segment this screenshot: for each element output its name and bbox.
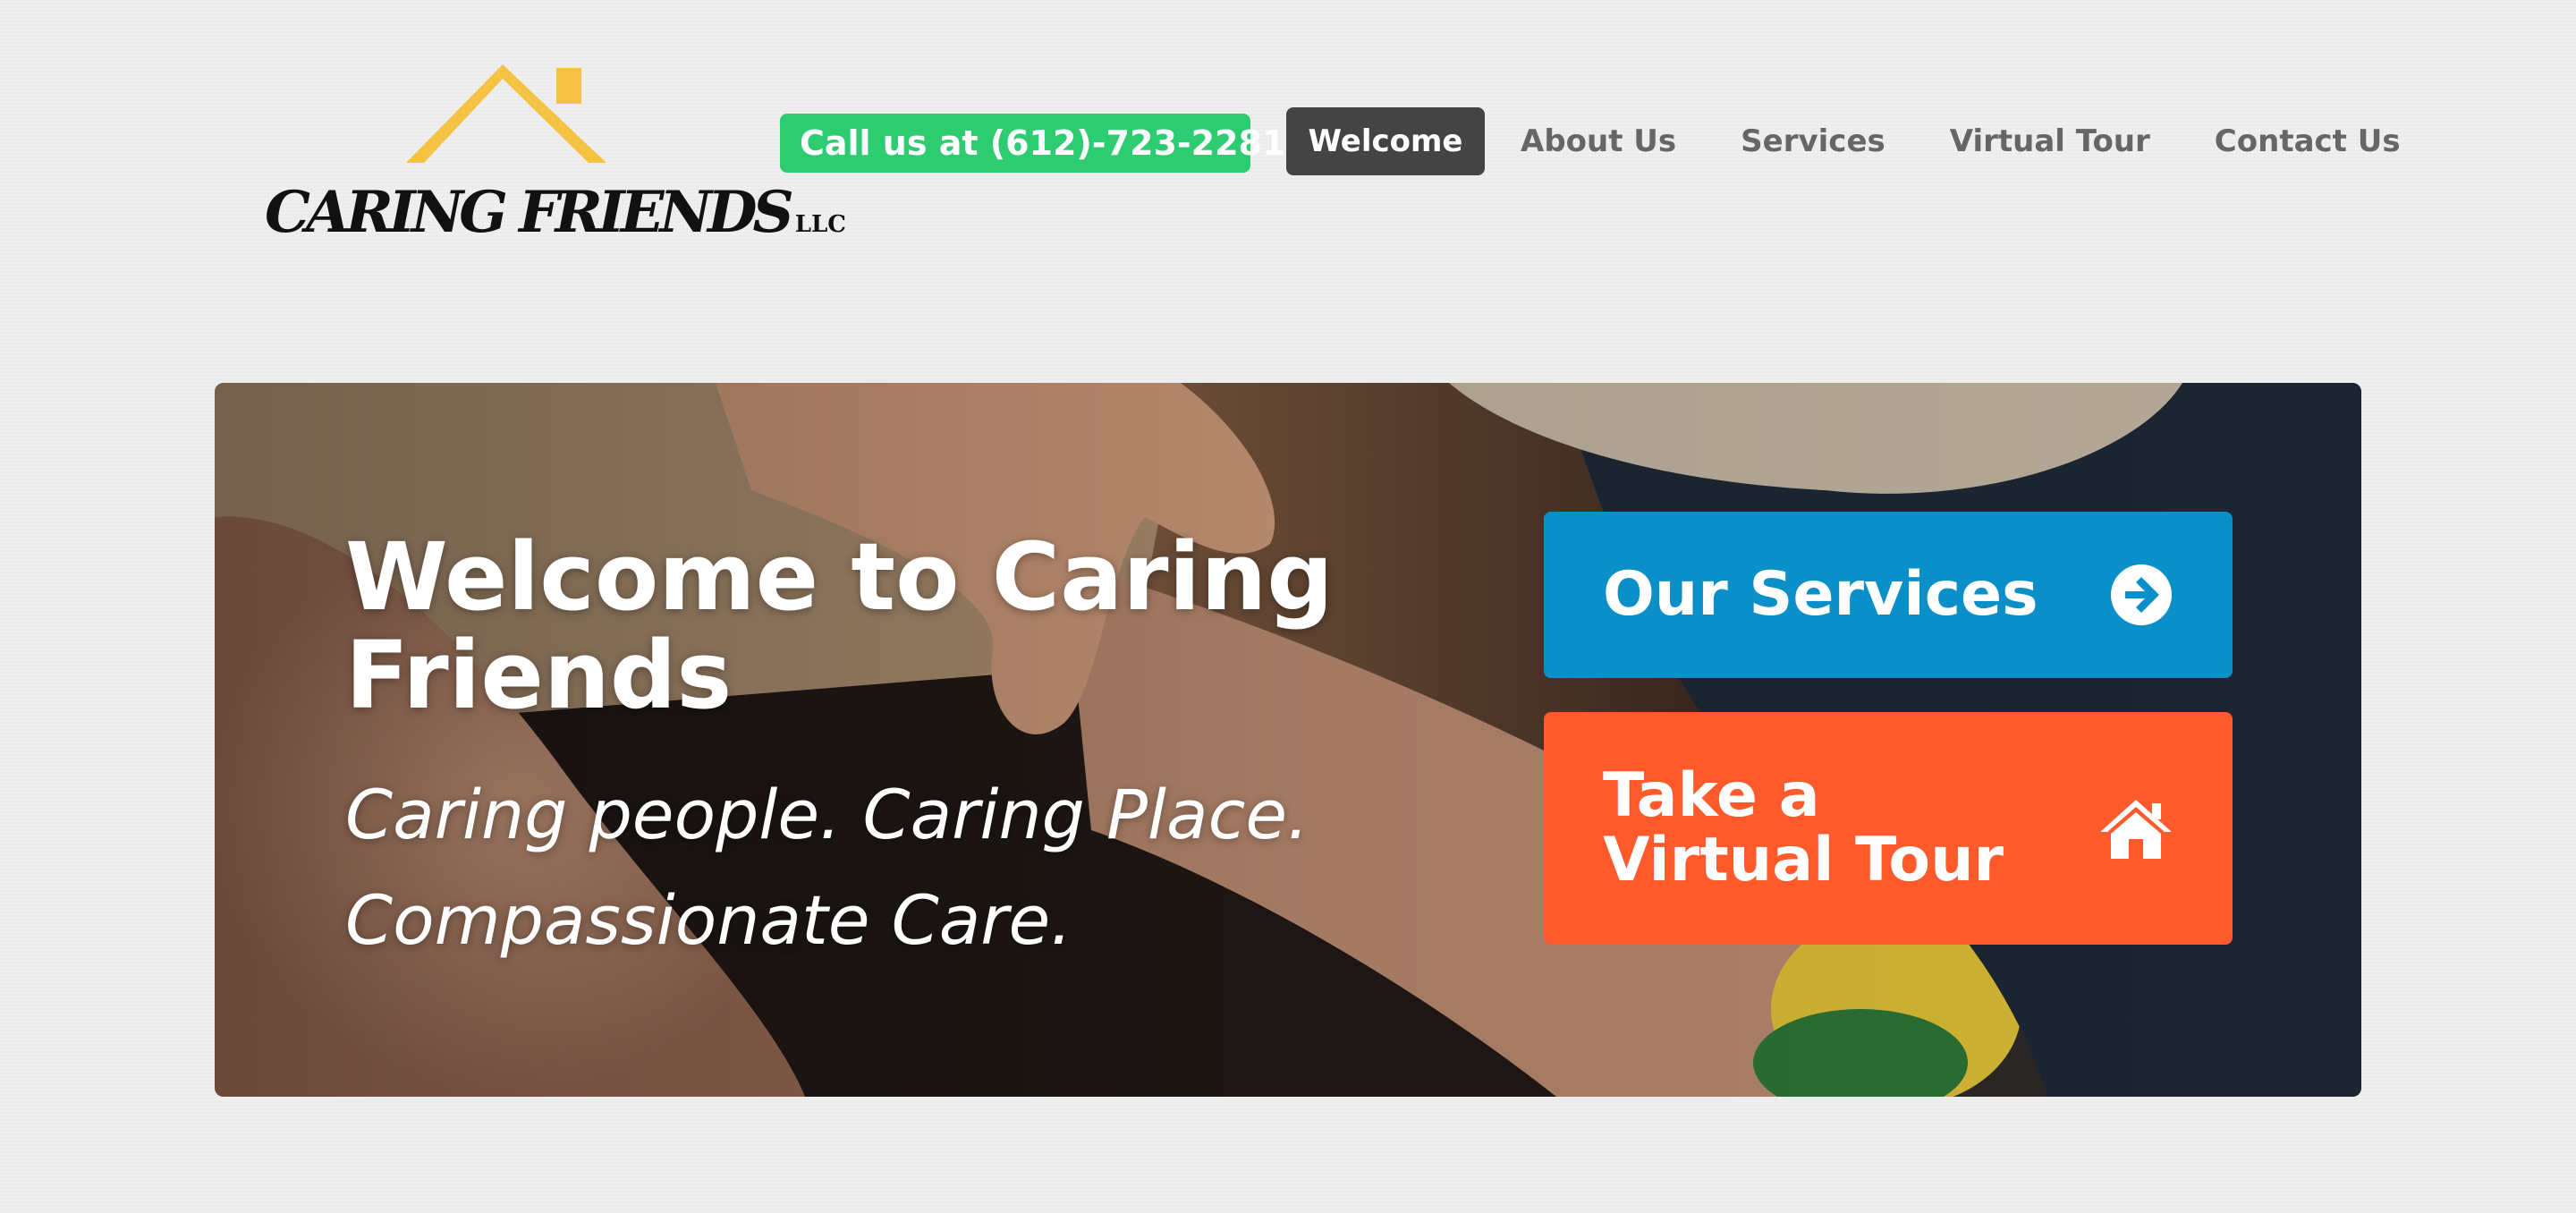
arrow-right-circle-icon	[2111, 564, 2172, 625]
nav-welcome[interactable]: Welcome	[1286, 107, 1485, 175]
nav-about-us[interactable]: About Us	[1521, 107, 1676, 175]
brand-wordmark: CARING FRIENDS LLC	[265, 179, 846, 246]
brand-suffix: LLC	[794, 211, 846, 238]
our-services-button[interactable]: Our Services	[1544, 512, 2233, 678]
hero-subtitle-line-2: Compassionate Care.	[345, 880, 1072, 960]
our-services-label: Our Services	[1603, 559, 2038, 630]
main-nav: Welcome About Us Services Virtual Tour C…	[1286, 107, 2401, 175]
call-button-label: Call us at (612)-723-2281	[800, 123, 1286, 163]
call-button[interactable]: Call us at (612)-723-2281	[780, 114, 1285, 173]
hero-subtitle-line-1: Caring people. Caring Place.	[345, 775, 1309, 854]
nav-virtual-tour[interactable]: Virtual Tour	[1950, 107, 2150, 175]
brand-name: CARING FRIENDS	[265, 179, 794, 246]
hero-title: Welcome to Caring Friends	[345, 522, 1334, 730]
site-logo[interactable]: CARING FRIENDS LLC	[265, 59, 846, 247]
hero-banner: Welcome to Caring Friends Caring people.…	[215, 383, 2361, 1097]
nav-contact-us[interactable]: Contact Us	[2215, 107, 2401, 175]
virtual-tour-button[interactable]: Take a Virtual Tour	[1544, 712, 2233, 945]
roof-icon	[406, 64, 606, 163]
home-icon	[2100, 800, 2172, 859]
hero-subtitle: Caring people. Caring Place. Compassiona…	[345, 762, 1419, 973]
virtual-tour-label: Take a Virtual Tour	[1603, 760, 2004, 895]
nav-services[interactable]: Services	[1741, 107, 1885, 175]
